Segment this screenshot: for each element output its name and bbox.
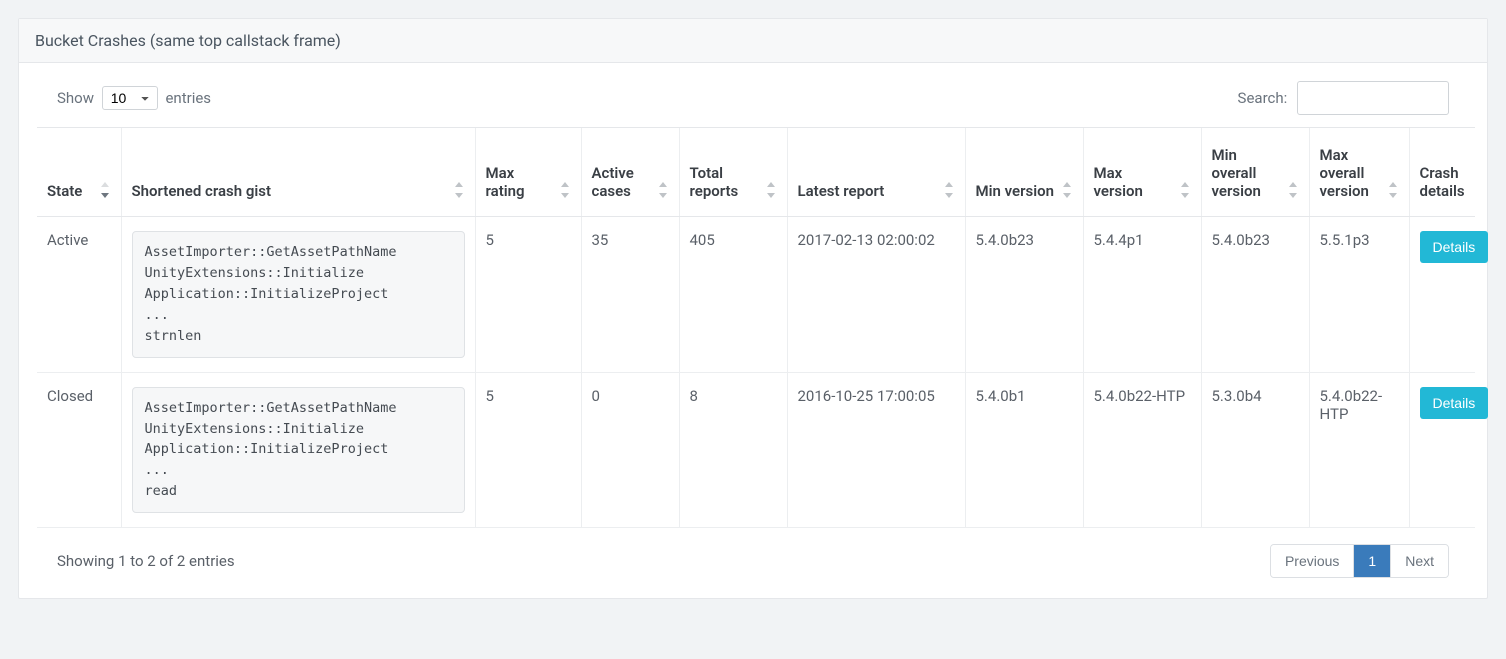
details-button[interactable]: Details bbox=[1420, 387, 1489, 419]
search-input[interactable] bbox=[1297, 81, 1449, 115]
search-label-text: Search: bbox=[1238, 89, 1288, 107]
cell-max-overall-version: 5.4.0b22-HTP bbox=[1309, 372, 1409, 528]
table-row: ActiveAssetImporter::GetAssetPathName Un… bbox=[37, 217, 1475, 373]
panel-body: Show 102550100 entries Search: State Shor… bbox=[19, 63, 1487, 598]
sort-icon bbox=[1287, 182, 1301, 198]
entries-length-control: Show 102550100 entries bbox=[57, 86, 211, 110]
sort-icon bbox=[1179, 182, 1193, 198]
cell-max-version: 5.4.0b22-HTP bbox=[1083, 372, 1201, 528]
cell-max-overall-version: 5.5.1p3 bbox=[1309, 217, 1409, 373]
details-button[interactable]: Details bbox=[1420, 231, 1489, 263]
column-header-label: Total reports bbox=[690, 164, 777, 200]
entries-length-select[interactable]: 102550100 bbox=[102, 86, 158, 110]
column-header[interactable]: Latest report bbox=[787, 128, 965, 217]
column-header-label: Max version bbox=[1094, 164, 1191, 200]
table-header-row: State Shortened crash gist Max ratingActiv… bbox=[37, 128, 1475, 217]
crash-gist: AssetImporter::GetAssetPathName UnityExt… bbox=[132, 231, 465, 358]
column-header[interactable]: Max rating bbox=[475, 128, 581, 217]
table-row: ClosedAssetImporter::GetAssetPathName Un… bbox=[37, 372, 1475, 528]
cell-latest-report: 2017-02-13 02:00:02 bbox=[787, 217, 965, 373]
cell-gist: AssetImporter::GetAssetPathName UnityExt… bbox=[121, 217, 475, 373]
sort-icon bbox=[559, 182, 573, 198]
column-header[interactable]: Active cases bbox=[581, 128, 679, 217]
entries-length-label: Show 102550100 entries bbox=[57, 89, 211, 107]
sort-icon bbox=[943, 182, 957, 198]
crashes-panel: Bucket Crashes (same top callstack frame… bbox=[18, 18, 1488, 599]
column-header[interactable]: Max version bbox=[1083, 128, 1201, 217]
entries-suffix: entries bbox=[165, 89, 211, 107]
column-header[interactable]: Min version bbox=[965, 128, 1083, 217]
column-header[interactable]: Shortened crash gist bbox=[121, 128, 475, 217]
table-info: Showing 1 to 2 of 2 entries bbox=[57, 552, 235, 570]
cell-details: Details bbox=[1409, 217, 1475, 373]
crashes-table: StateShortened crash gistMax ratingActiv… bbox=[37, 127, 1475, 528]
cell-max-rating: 5 bbox=[475, 217, 581, 373]
cell-state: Closed bbox=[37, 372, 121, 528]
sort-icon bbox=[99, 182, 113, 198]
search-control: Search: bbox=[1238, 81, 1449, 115]
pagination: Previous1Next bbox=[1270, 544, 1449, 578]
table-controls-bottom: Showing 1 to 2 of 2 entries Previous1Nex… bbox=[57, 544, 1449, 578]
column-header-label: Min overall version bbox=[1212, 146, 1299, 200]
cell-total-reports: 8 bbox=[679, 372, 787, 528]
column-header[interactable]: Total reports bbox=[679, 128, 787, 217]
panel-title: Bucket Crashes (same top callstack frame… bbox=[19, 19, 1487, 63]
entries-prefix: Show bbox=[57, 89, 94, 107]
column-header-label: Crash details bbox=[1420, 164, 1481, 200]
column-header-label: Min version bbox=[976, 182, 1071, 200]
table-controls-top: Show 102550100 entries Search: bbox=[57, 81, 1449, 115]
column-header[interactable]: Max overall version bbox=[1309, 128, 1409, 217]
cell-min-overall-version: 5.3.0b4 bbox=[1201, 372, 1309, 528]
cell-active-cases: 35 bbox=[581, 217, 679, 373]
pagination-next[interactable]: Next bbox=[1390, 545, 1448, 577]
search-label: Search: bbox=[1238, 89, 1449, 107]
cell-total-reports: 405 bbox=[679, 217, 787, 373]
cell-min-version: 5.4.0b23 bbox=[965, 217, 1083, 373]
cell-active-cases: 0 bbox=[581, 372, 679, 528]
table-body: ActiveAssetImporter::GetAssetPathName Un… bbox=[37, 217, 1475, 528]
sort-icon bbox=[765, 182, 779, 198]
sort-icon bbox=[453, 182, 467, 198]
column-header-label: Shortened crash gist bbox=[132, 182, 288, 200]
column-header: Crash details bbox=[1409, 128, 1475, 217]
cell-latest-report: 2016-10-25 17:00:05 bbox=[787, 372, 965, 528]
cell-details: Details bbox=[1409, 372, 1475, 528]
pagination-previous[interactable]: Previous bbox=[1271, 545, 1353, 577]
cell-state: Active bbox=[37, 217, 121, 373]
cell-min-version: 5.4.0b1 bbox=[965, 372, 1083, 528]
cell-max-version: 5.4.4p1 bbox=[1083, 217, 1201, 373]
column-header-label: Latest report bbox=[798, 182, 901, 200]
sort-icon bbox=[1061, 182, 1075, 198]
column-header[interactable]: Min overall version bbox=[1201, 128, 1309, 217]
sort-icon bbox=[657, 182, 671, 198]
cell-min-overall-version: 5.4.0b23 bbox=[1201, 217, 1309, 373]
cell-gist: AssetImporter::GetAssetPathName UnityExt… bbox=[121, 372, 475, 528]
column-header-label: State bbox=[47, 182, 98, 200]
sort-icon bbox=[1387, 182, 1401, 198]
cell-max-rating: 5 bbox=[475, 372, 581, 528]
crash-gist: AssetImporter::GetAssetPathName UnityExt… bbox=[132, 387, 465, 514]
pagination-page[interactable]: 1 bbox=[1353, 545, 1390, 577]
column-header[interactable]: State bbox=[37, 128, 121, 217]
